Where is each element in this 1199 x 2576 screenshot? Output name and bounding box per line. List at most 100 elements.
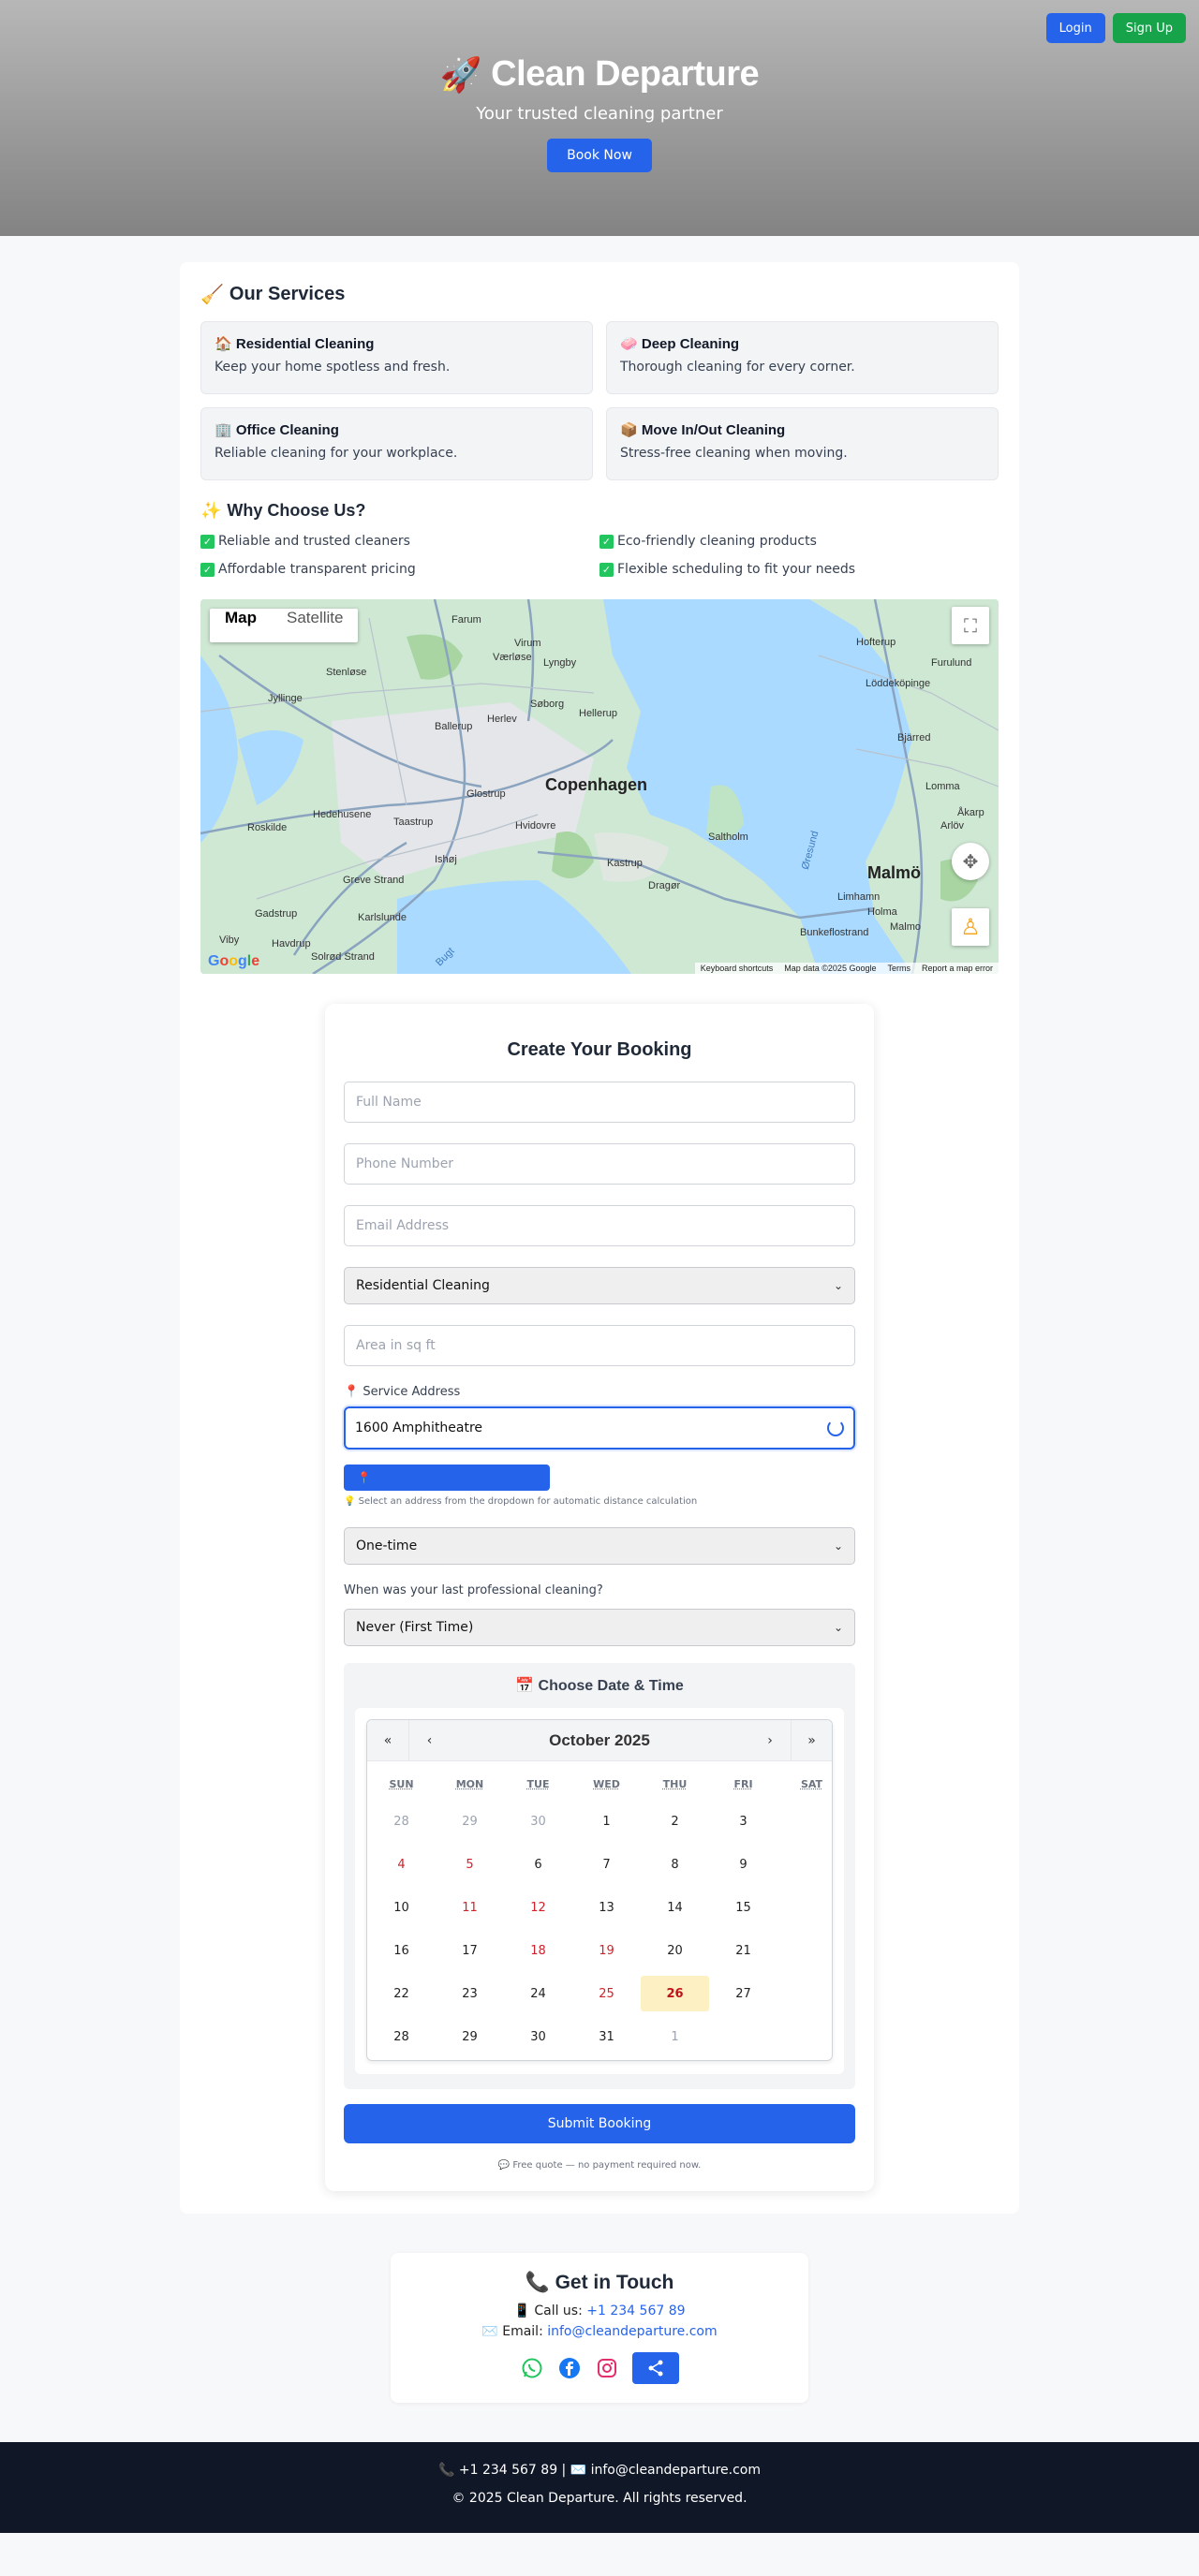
calendar-day[interactable]: 31	[572, 2015, 641, 2058]
map-label: Værløse	[493, 652, 532, 663]
address-input[interactable]: 1600 Amphitheatre	[344, 1406, 855, 1450]
loading-spinner-icon	[827, 1420, 844, 1436]
frequency-select[interactable]: One-time ⌄	[344, 1527, 855, 1565]
why-item: ✓ Affordable transparent pricing	[200, 562, 600, 577]
booking-form: Create Your Booking Full Name Phone Numb…	[325, 1004, 874, 2191]
calendar-day[interactable]: 28	[367, 1800, 436, 1843]
calendar-day[interactable]: 19	[572, 1929, 641, 1972]
services-grid: 🏠 Residential Cleaning Keep your home sp…	[200, 321, 999, 480]
map-tab-map[interactable]: Map	[210, 609, 272, 642]
why-item: ✓ Reliable and trusted cleaners	[200, 534, 600, 549]
share-icon[interactable]	[632, 2352, 679, 2384]
login-button[interactable]: Login	[1045, 13, 1105, 43]
service-card-office: 🏢 Office Cleaning Reliable cleaning for …	[200, 407, 593, 480]
package-icon: 📦	[620, 422, 638, 438]
contact-email-line: ✉️ Email: info@cleandeparture.com	[391, 2324, 808, 2339]
email-label: ✉️ Email:	[481, 2324, 548, 2339]
site-title: 🚀 Clean Departure	[0, 0, 1199, 95]
calendar-day[interactable]: 29	[436, 2015, 504, 2058]
calendar-day[interactable]: 17	[436, 1929, 504, 1972]
calendar-day[interactable]: 23	[436, 1972, 504, 2015]
calendar-day[interactable]: 16	[367, 1929, 436, 1972]
calendar-day[interactable]: 20	[641, 1929, 709, 1972]
calendar-day[interactable]: 15	[709, 1886, 777, 1929]
terms-link[interactable]: Terms	[887, 964, 910, 973]
book-now-button[interactable]: Book Now	[547, 139, 652, 172]
calendar-day[interactable]: 27	[709, 1972, 777, 2015]
hero-header: Login Sign Up 🚀 Clean Departure Your tru…	[0, 0, 1199, 236]
calendar-day[interactable]: 18	[504, 1929, 572, 1972]
calendar-day[interactable]: 25	[572, 1972, 641, 2015]
calendar-day[interactable]: 30	[504, 2015, 572, 2058]
map-label: Löddeköpinge	[866, 678, 931, 689]
next-year-button[interactable]: »	[791, 1720, 832, 1760]
prev-month-button[interactable]: ‹	[408, 1720, 450, 1760]
signup-button[interactable]: Sign Up	[1112, 13, 1186, 43]
calendar-empty-cell	[777, 1800, 832, 1843]
calendar-day[interactable]: 13	[572, 1886, 641, 1929]
map-label: Farum	[451, 614, 481, 626]
services-heading-text: Our Services	[229, 284, 346, 304]
calendar-day[interactable]: 30	[504, 1800, 572, 1843]
calendar-day[interactable]: 1	[641, 2015, 709, 2058]
map-tab-satellite[interactable]: Satellite	[272, 609, 358, 642]
area-input[interactable]: Area in sq ft	[344, 1325, 855, 1366]
calendar-day-selected[interactable]: 26	[641, 1976, 709, 2011]
service-select[interactable]: Residential Cleaning ⌄	[344, 1267, 855, 1304]
map-label: Havdrup	[272, 938, 311, 949]
use-location-button[interactable]: 📍	[344, 1465, 550, 1491]
calendar-month-label[interactable]: October 2025	[450, 1720, 749, 1760]
phone-input[interactable]: Phone Number	[344, 1143, 855, 1185]
calendar-day[interactable]: 8	[641, 1843, 709, 1886]
calendar-day[interactable]: 6	[504, 1843, 572, 1886]
calendar-day[interactable]: 29	[436, 1800, 504, 1843]
calendar-day[interactable]: 5	[436, 1843, 504, 1886]
site-footer: 📞 +1 234 567 89 | ✉️ info@cleandeparture…	[0, 2442, 1199, 2533]
instagram-icon[interactable]	[595, 2356, 619, 2380]
prev-year-button[interactable]: «	[367, 1720, 408, 1760]
calendar-day[interactable]: 24	[504, 1972, 572, 2015]
service-area-map[interactable]: Map Satellite ⛶ ✥ ♙ Copenhagen Malmö Far…	[200, 599, 999, 974]
next-month-button[interactable]: ›	[749, 1720, 791, 1760]
why-list: ✓ Reliable and trusted cleaners ✓ Eco-frie…	[200, 534, 999, 577]
email-input[interactable]: Email Address	[344, 1205, 855, 1246]
map-label: Malmo	[890, 921, 922, 933]
map-label: Ishøj	[435, 854, 457, 865]
calendar-day[interactable]: 7	[572, 1843, 641, 1886]
facebook-icon[interactable]	[557, 2356, 582, 2380]
calendar-day[interactable]: 4	[367, 1843, 436, 1886]
calendar-day[interactable]: 2	[641, 1800, 709, 1843]
report-error-link[interactable]: Report a map error	[922, 964, 993, 973]
calendar-day[interactable]: 3	[709, 1800, 777, 1843]
calendar-day[interactable]: 9	[709, 1843, 777, 1886]
camera-control-icon[interactable]: ✥	[952, 843, 989, 880]
calendar-day[interactable]: 28	[367, 2015, 436, 2058]
check-icon: ✓	[600, 562, 614, 577]
calendar-day[interactable]: 14	[641, 1886, 709, 1929]
why-item-text: Affordable transparent pricing	[218, 562, 416, 577]
fullscreen-icon[interactable]: ⛶	[952, 607, 989, 644]
calendar-day[interactable]: 12	[504, 1886, 572, 1929]
calendar-day[interactable]: 21	[709, 1929, 777, 1972]
whatsapp-icon[interactable]	[520, 2356, 544, 2380]
calendar-empty-cell	[777, 2015, 832, 2058]
email-link[interactable]: info@cleandeparture.com	[547, 2324, 717, 2339]
weekday-label: TUE	[526, 1778, 550, 1790]
calendar-day[interactable]: 10	[367, 1886, 436, 1929]
calendar-day[interactable]: 22	[367, 1972, 436, 2015]
submit-booking-button[interactable]: Submit Booking	[344, 2104, 855, 2143]
pegman-icon[interactable]: ♙	[952, 908, 989, 946]
last-cleaning-select[interactable]: Never (First Time) ⌄	[344, 1609, 855, 1646]
phone-link[interactable]: +1 234 567 89	[586, 2304, 685, 2318]
service-card-residential: 🏠 Residential Cleaning Keep your home sp…	[200, 321, 593, 394]
calendar-day[interactable]: 1	[572, 1800, 641, 1843]
service-title: 🏢 Office Cleaning	[215, 421, 579, 438]
address-hint: 💡 Select an address from the dropdown fo…	[344, 1496, 698, 1507]
calendar-day[interactable]: 11	[436, 1886, 504, 1929]
map-label: Virum	[514, 638, 541, 649]
full-name-input[interactable]: Full Name	[344, 1082, 855, 1123]
google-logo[interactable]: Google	[208, 953, 259, 970]
chevron-down-icon: ⌄	[833, 1539, 843, 1553]
last-cleaning-value: Never (First Time)	[356, 1620, 474, 1635]
keyboard-shortcuts-link[interactable]: Keyboard shortcuts	[701, 964, 774, 973]
